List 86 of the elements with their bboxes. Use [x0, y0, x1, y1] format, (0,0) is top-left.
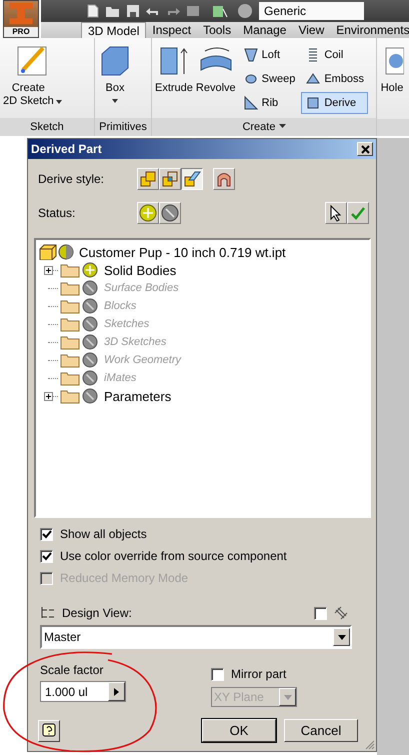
- checkbox-label: Mirror part: [231, 667, 286, 681]
- half-circle-icon[interactable]: [58, 244, 74, 260]
- scale-factor-label: Scale factor: [40, 663, 104, 677]
- caret-icon[interactable]: [278, 124, 286, 128]
- design-view-dropdown[interactable]: Master: [40, 625, 352, 649]
- checkbox[interactable]: [40, 550, 53, 562]
- include-status-button[interactable]: [137, 202, 159, 224]
- ribbon-tool-button[interactable]: Emboss: [301, 68, 368, 90]
- block-outline-icon: [161, 170, 179, 188]
- select-pointer-button[interactable]: [325, 202, 347, 224]
- arch-body-icon: [215, 170, 233, 188]
- revolve-button[interactable]: Revolve: [196, 44, 236, 95]
- link-chain-icon: [333, 605, 349, 621]
- square-icon: [305, 95, 322, 111]
- exclude-slash-icon[interactable]: [82, 298, 98, 314]
- dialog-title: Derived Part: [31, 142, 103, 156]
- ribbon-tool-button[interactable]: Derive: [301, 92, 368, 114]
- folder-icon: [60, 352, 80, 368]
- extrude-button[interactable]: Extrude: [155, 44, 193, 95]
- resize-grip-icon: [365, 740, 375, 750]
- cancel-button[interactable]: Cancel: [284, 719, 358, 742]
- ribbon-tab[interactable]: Environments: [330, 22, 409, 38]
- style-dropdown[interactable]: Generic: [259, 2, 364, 20]
- help-icon: [42, 722, 56, 738]
- associative-checkbox[interactable]: [314, 606, 327, 620]
- check-button[interactable]: [347, 202, 369, 224]
- tree-structure-icon: [40, 606, 56, 620]
- ribbon-tool-button[interactable]: Sweep: [238, 68, 300, 90]
- close-button[interactable]: [357, 142, 373, 156]
- ribbon-tool-button[interactable]: Coil: [301, 44, 368, 66]
- ribbon-tab[interactable]: View: [292, 22, 330, 38]
- folder-icon: [60, 298, 80, 314]
- folder-icon: [60, 262, 80, 278]
- exclude-slash-icon[interactable]: [82, 370, 98, 386]
- block-surface-icon: [183, 170, 201, 188]
- exclude-slash-icon[interactable]: [82, 334, 98, 350]
- expand-icon[interactable]: [44, 392, 53, 400]
- status-label: Status:: [38, 206, 76, 220]
- expand-icon[interactable]: [44, 266, 53, 274]
- folder-icon: [60, 370, 80, 386]
- folder-icon: [60, 388, 80, 404]
- tree-item-label[interactable]: Customer Pup - 10 inch 0.719 wt.ipt: [79, 244, 286, 260]
- group-label-menu[interactable]: Create: [242, 121, 276, 133]
- new-file-icon[interactable]: [85, 3, 101, 19]
- derive-style-button[interactable]: [181, 168, 203, 190]
- save-icon[interactable]: [125, 3, 141, 19]
- checkbox[interactable]: [211, 668, 224, 680]
- folder-icon: [60, 316, 80, 332]
- ribbon-tab[interactable]: Inspect: [146, 22, 198, 38]
- exclude-slash-icon[interactable]: [82, 316, 98, 332]
- tree-item-label[interactable]: Parameters: [104, 388, 172, 404]
- design-view-label: Design View:: [62, 606, 132, 620]
- dropdown-arrow-icon: [284, 694, 292, 700]
- close-icon: [360, 144, 370, 154]
- checkbox[interactable]: [40, 528, 53, 540]
- checkbox-label: Use color override from source component: [60, 549, 287, 563]
- ribbon-tool-button[interactable]: Loft: [238, 44, 300, 66]
- funnel-icon: [242, 47, 259, 63]
- arrow-button[interactable]: [108, 682, 125, 701]
- exclude-slash-icon[interactable]: [82, 280, 98, 296]
- dropdown-arrow-icon: [338, 634, 346, 640]
- right-arrow-icon: [114, 688, 119, 696]
- part-cube-icon: [39, 244, 57, 260]
- checkbox-label: Show all objects: [60, 527, 147, 541]
- folder-icon: [60, 334, 80, 350]
- include-plus-icon[interactable]: [82, 262, 98, 278]
- ribbon-tab[interactable]: Tools: [197, 22, 238, 38]
- group-label: Sketch: [0, 118, 94, 136]
- ribbon-tab[interactable]: 3D Model: [81, 22, 146, 38]
- pencil-sketch-icon: [15, 44, 50, 78]
- ribbon-tab[interactable]: Manage: [237, 22, 292, 38]
- triangle-icon: [242, 95, 259, 111]
- ribbon-tool-button[interactable]: Rib: [238, 92, 300, 114]
- exclude-status-button[interactable]: [159, 202, 181, 224]
- exclude-slash-icon[interactable]: [82, 388, 98, 404]
- ok-button[interactable]: OK: [202, 719, 276, 742]
- exclude-slash-icon[interactable]: [82, 352, 98, 368]
- material-sphere-icon[interactable]: [237, 3, 253, 19]
- tree-item-label[interactable]: Solid Bodies: [104, 262, 176, 278]
- app-menu-button[interactable]: PRO: [3, 0, 39, 38]
- folder-icon: [60, 280, 80, 296]
- scale-factor-field[interactable]: 1.000 ul: [40, 681, 126, 702]
- two-blocks-icon: [139, 170, 157, 188]
- derive-style-label: Derive style:: [38, 172, 106, 186]
- group-label: Primitives: [95, 118, 151, 136]
- help-button[interactable]: [38, 720, 60, 742]
